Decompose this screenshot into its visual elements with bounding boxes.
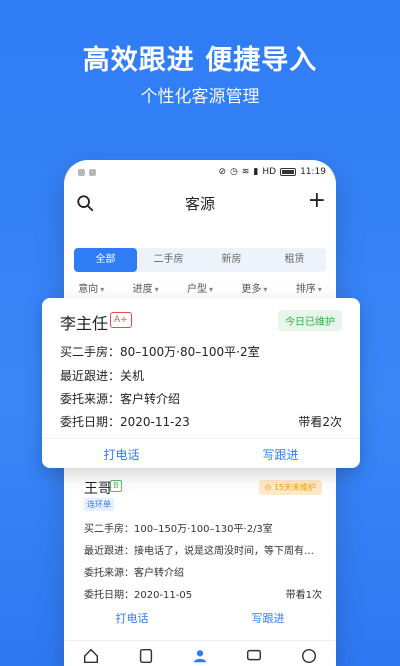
document-icon[interactable] bbox=[137, 647, 155, 665]
client-last-follow: 最近跟进：接电话了，说是这周没时间，等下周有… bbox=[84, 546, 314, 557]
maintenance-status-badge: ⊙ 15天未维护 bbox=[258, 480, 322, 495]
label: 最近跟进： bbox=[60, 369, 121, 383]
client-name: 王哥 bbox=[84, 481, 112, 497]
card-actions: 打电话 写跟进 bbox=[64, 610, 336, 626]
status-right: ⊘ ◷ ≋ ▮ HD 11:19 bbox=[218, 167, 326, 177]
filter-more-label: 更多 bbox=[241, 284, 262, 295]
profile-icon[interactable] bbox=[300, 647, 318, 665]
divider bbox=[42, 438, 360, 439]
banner-headline: 高效跟进 便捷导入 bbox=[82, 45, 318, 76]
chevron-down-icon: ▾ bbox=[154, 285, 159, 294]
battery-icon bbox=[280, 168, 297, 176]
signal-icon: ▮ bbox=[253, 167, 259, 177]
client-last-follow: 最近跟进：关机 bbox=[60, 367, 144, 384]
category-tabs: 全部 二手房 新房 租赁 bbox=[74, 248, 326, 272]
viewing-count: 带看2次 bbox=[298, 415, 342, 429]
viewing-count: 带看1次 bbox=[285, 590, 322, 601]
status-time: 11:19 bbox=[300, 167, 326, 177]
tab-second-hand[interactable]: 二手房 bbox=[137, 248, 200, 272]
maintenance-status-badge: 今日已维护 bbox=[278, 310, 342, 331]
chevron-down-icon: ▾ bbox=[317, 285, 322, 294]
client-date: 委托日期：2020-11-23 bbox=[60, 413, 190, 430]
plus-icon[interactable]: + bbox=[308, 189, 326, 213]
client-name: 李主任 bbox=[60, 314, 109, 333]
client-source: 委托来源：客户转介绍 bbox=[60, 390, 180, 407]
client-requirement: 买二手房：100–150万·100–130平·2/3室 bbox=[84, 524, 273, 535]
client-requirement: 买二手房：80–100万·80–100平·2室 bbox=[60, 345, 260, 359]
clock-icon: ⊙ bbox=[264, 483, 274, 492]
user-icon[interactable] bbox=[191, 647, 209, 665]
status-left-icons bbox=[78, 169, 106, 177]
client-card-primary[interactable]: 李主任 A+ 今日已维护 买二手房：80–100万·80–100平·2室 最近跟… bbox=[42, 298, 360, 468]
write-follow-button[interactable]: 写跟进 bbox=[200, 610, 336, 626]
grade-badge: B bbox=[110, 480, 122, 492]
filter-more[interactable]: 更多 ▾ bbox=[227, 280, 281, 300]
mute-icon: ⊘ bbox=[218, 167, 226, 177]
network-label: HD bbox=[262, 167, 277, 177]
label: 委托来源： bbox=[60, 392, 121, 406]
alarm-icon: ◷ bbox=[230, 167, 238, 177]
client-tag: 连环单 bbox=[84, 498, 114, 511]
chevron-down-icon: ▾ bbox=[263, 285, 268, 294]
nav-bar: 客源 + bbox=[64, 186, 336, 220]
value: 客户转介绍 bbox=[120, 392, 181, 406]
filter-layout[interactable]: 户型 ▾ bbox=[173, 280, 227, 300]
filter-sort[interactable]: 排序 ▾ bbox=[282, 280, 336, 300]
page-title: 客源 bbox=[184, 195, 215, 213]
filter-intent-label: 意向 bbox=[78, 284, 99, 295]
grade-badge: A+ bbox=[110, 312, 132, 328]
call-button[interactable]: 打电话 bbox=[64, 610, 200, 626]
filter-layout-label: 户型 bbox=[187, 284, 207, 295]
tab-all[interactable]: 全部 bbox=[74, 248, 137, 272]
filter-bar: 意向 ▾ 进度 ▾ 户型 ▾ 更多 ▾ 排序 ▾ bbox=[64, 280, 336, 300]
home-icon[interactable] bbox=[82, 647, 100, 665]
filter-progress-label: 进度 bbox=[132, 284, 153, 295]
filter-progress[interactable]: 进度 ▾ bbox=[118, 280, 172, 300]
bottom-tab-bar bbox=[64, 640, 336, 666]
tab-rental[interactable]: 租赁 bbox=[263, 248, 326, 272]
label: 委托日期： bbox=[60, 415, 121, 429]
client-source: 委托来源：客户转介绍 bbox=[84, 568, 184, 579]
banner-subheadline: 个性化客源管理 bbox=[140, 87, 260, 107]
wifi-icon: ≋ bbox=[241, 167, 250, 177]
chevron-down-icon: ▾ bbox=[209, 285, 214, 294]
write-follow-button[interactable]: 写跟进 bbox=[201, 446, 360, 463]
filter-intent[interactable]: 意向 ▾ bbox=[64, 280, 118, 300]
tab-new-house[interactable]: 新房 bbox=[200, 248, 263, 272]
status-bar: ⊘ ◷ ≋ ▮ HD 11:19 bbox=[64, 160, 336, 186]
value: 2020-11-23 bbox=[120, 415, 190, 429]
call-button[interactable]: 打电话 bbox=[42, 446, 201, 463]
filter-sort-label: 排序 bbox=[295, 284, 316, 295]
card-actions: 打电话 写跟进 bbox=[42, 446, 360, 463]
value: 关机 bbox=[120, 369, 145, 383]
maintenance-status-text: 15天未维护 bbox=[273, 483, 316, 492]
message-icon[interactable] bbox=[245, 647, 263, 665]
chevron-down-icon: ▾ bbox=[100, 285, 105, 294]
